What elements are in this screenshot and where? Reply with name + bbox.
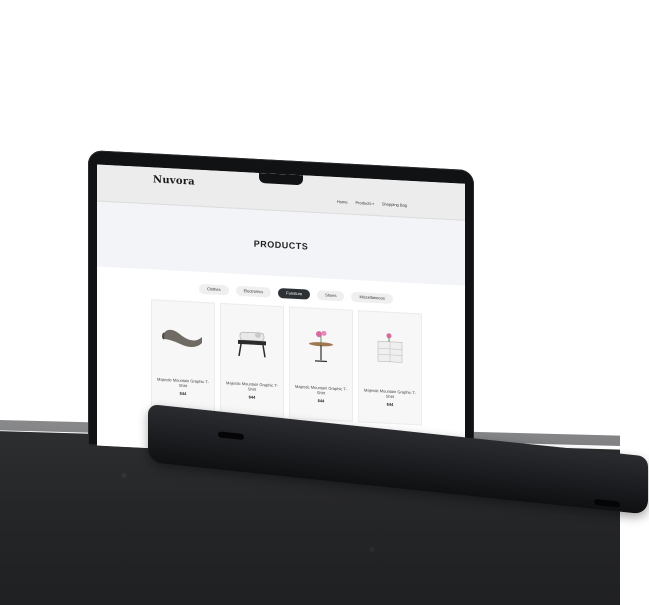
- product-name: Majestic Mountain Graphic T-Shirt: [364, 387, 416, 400]
- product-card[interactable]: Majestic Mountain Graphic T-Shirt $44: [358, 310, 422, 426]
- product-card[interactable]: Majestic Mountain Graphic T-Shirt $44: [289, 306, 353, 422]
- product-price: $44: [386, 401, 394, 408]
- product-name: Majestic Mountain Graphic T-Shirt: [157, 376, 209, 389]
- product-card[interactable]: Majestic Mountain Graphic T-Shirt $44: [220, 302, 284, 419]
- nav-home[interactable]: Home: [337, 199, 348, 205]
- page-title: PRODUCTS: [253, 238, 309, 252]
- sofa-icon: [152, 304, 214, 369]
- filter-electronics[interactable]: Electronics: [235, 285, 272, 298]
- nav-shopping-bag[interactable]: Shopping Bag: [382, 201, 407, 207]
- site-header: Nuvora Home Products▾ Shopping Bag: [97, 164, 465, 221]
- laptop-foot: [594, 498, 620, 508]
- laptop-foot: [218, 431, 244, 441]
- table-icon: [290, 312, 352, 377]
- main-nav: Home Products▾ Shopping Bag: [337, 199, 407, 208]
- filter-clothes[interactable]: Clothes: [199, 283, 229, 296]
- brand-logo[interactable]: Nuvora: [153, 174, 195, 187]
- product-price: $44: [248, 394, 256, 400]
- product-price: $44: [179, 390, 187, 397]
- product-card[interactable]: Majestic Mountain Graphic T-Shirt $44: [151, 299, 215, 415]
- filter-shoes[interactable]: Shoes: [317, 290, 345, 302]
- nav-products-label: Products: [355, 200, 372, 206]
- chair-icon: [221, 308, 283, 373]
- product-price: $44: [317, 398, 325, 404]
- category-filters: Clothes Electronics Furniture Shoes Misc…: [199, 283, 393, 304]
- product-grid: Majestic Mountain Graphic T-Shirt $44 Ma…: [151, 299, 422, 426]
- product-name: Majestic Mountain Graphic T-Shirt: [226, 380, 278, 392]
- filter-miscellaneous[interactable]: Miscellaneous: [351, 291, 393, 304]
- dresser-icon: [359, 315, 421, 380]
- filter-furniture[interactable]: Furniture: [278, 287, 311, 300]
- chevron-down-icon: ▾: [372, 201, 374, 206]
- nav-products[interactable]: Products▾: [356, 200, 374, 206]
- product-name: Majestic Mountain Graphic T-Shirt: [295, 383, 347, 396]
